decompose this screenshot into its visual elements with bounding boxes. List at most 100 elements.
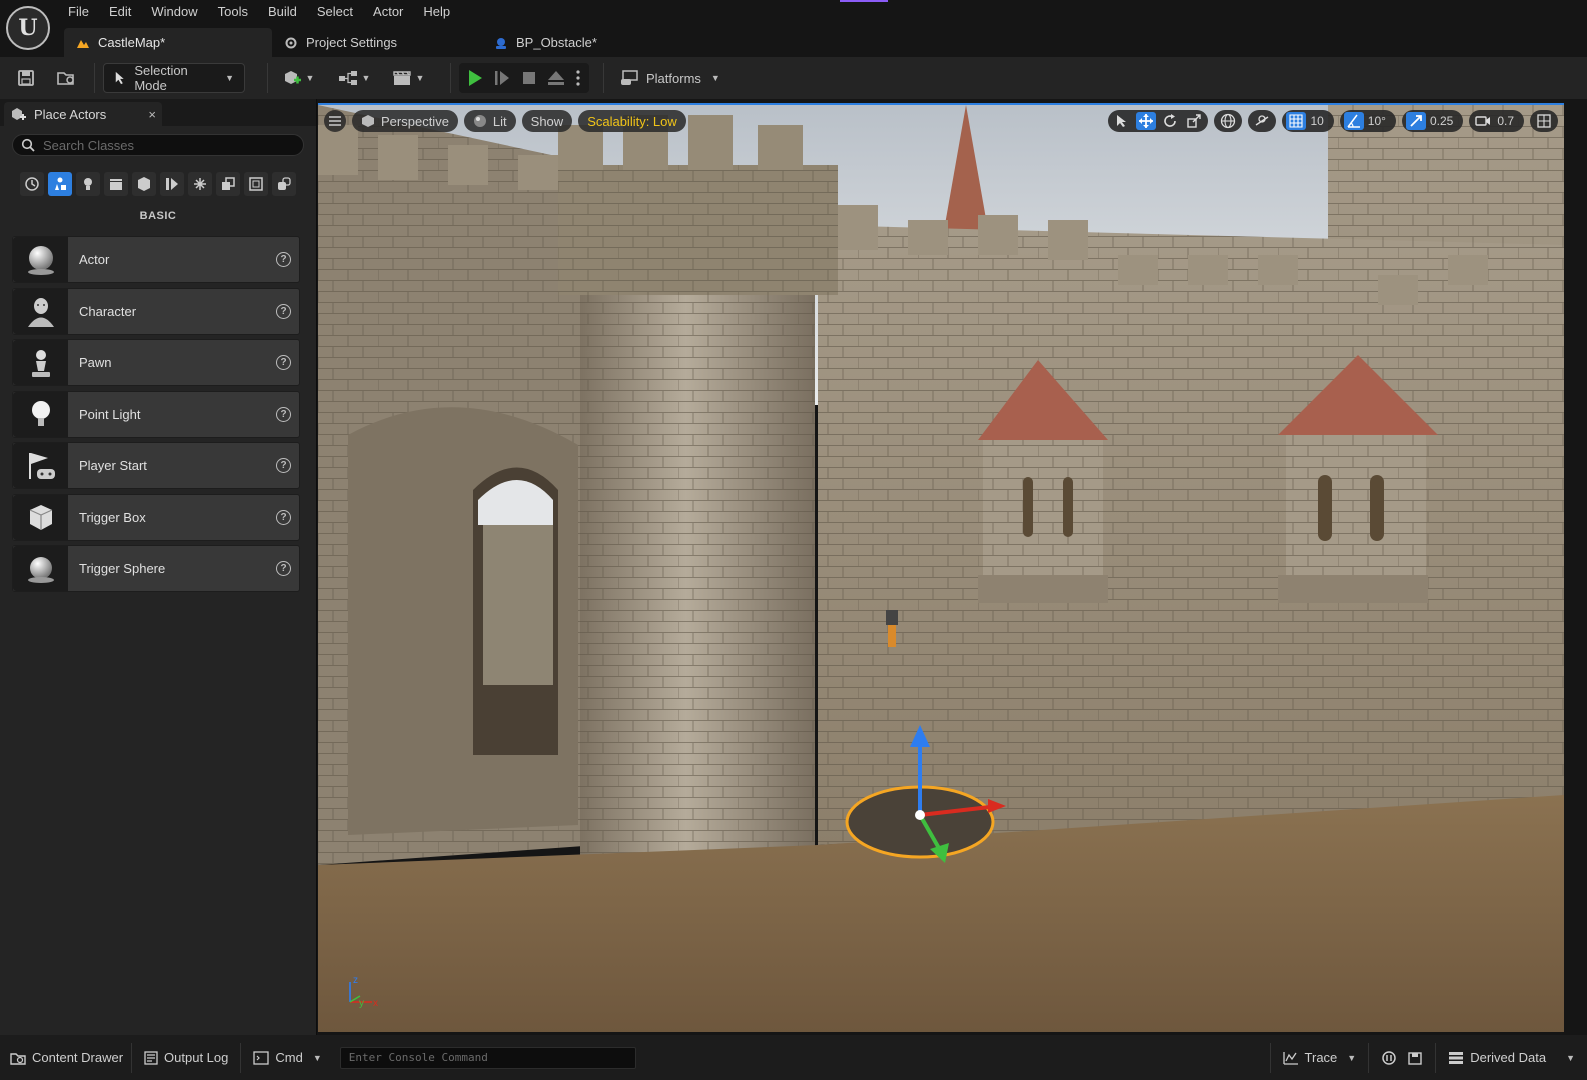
console-command-input[interactable] (339, 1046, 636, 1069)
actor-list: Actor ? Character ? Pawn ? Point Light ?… (12, 236, 300, 597)
menu-tools[interactable]: Tools (208, 0, 258, 24)
search-classes-input[interactable] (43, 137, 293, 153)
actor-thumbnail (13, 237, 68, 282)
camera-speed-value[interactable]: 0.7 (1497, 114, 1520, 128)
tab-label: CastleMap* (98, 35, 166, 50)
browse-button[interactable] (46, 63, 86, 93)
volumes-category-button[interactable] (188, 172, 212, 196)
world-space-icon[interactable] (1218, 112, 1238, 130)
tab-bp-obstacle[interactable]: BP_Obstacle* (482, 28, 609, 57)
perspective-button[interactable]: Perspective (352, 110, 458, 132)
layout-group (1530, 110, 1558, 132)
output-log-button[interactable]: Output Log (132, 1042, 242, 1073)
viewport-layout-icon[interactable] (1534, 112, 1554, 130)
more-category-button[interactable] (272, 172, 296, 196)
separator (267, 63, 268, 93)
axis-z-label: z (353, 975, 358, 986)
blueprint-menu-button[interactable]: ▼ (330, 63, 378, 93)
accent-line (840, 0, 888, 2)
castle-scene[interactable] (318, 105, 1564, 1032)
select-tool-icon[interactable] (1112, 112, 1132, 130)
close-icon[interactable]: × (148, 107, 156, 122)
menu-build[interactable]: Build (258, 0, 307, 24)
shapes-category-button[interactable] (216, 172, 240, 196)
basic-category-button[interactable] (48, 172, 72, 196)
place-actors-tab[interactable]: Place Actors × (4, 102, 162, 126)
axis-x-label: x (373, 998, 378, 1009)
rotation-snap-value[interactable]: 10° (1368, 114, 1392, 128)
surface-snap-icon[interactable] (1252, 112, 1272, 130)
actor-item-pawn[interactable]: Pawn ? (12, 339, 300, 386)
help-icon[interactable]: ? (276, 561, 291, 576)
viewport-menu-button[interactable] (324, 110, 346, 132)
actor-item-trigger-box[interactable]: Trigger Box ? (12, 493, 300, 541)
source-control-icon[interactable] (1381, 1050, 1397, 1066)
stop-icon[interactable] (521, 70, 537, 86)
scale-tool-icon[interactable] (1184, 112, 1204, 130)
rotation-snap-icon[interactable] (1343, 112, 1364, 130)
scale-snap-icon[interactable] (1405, 112, 1426, 130)
tab-project-settings[interactable]: Project Settings (272, 28, 482, 57)
menu-file[interactable]: File (58, 0, 99, 24)
coordinate-space-group (1214, 110, 1243, 132)
cmd-dropdown[interactable]: Cmd ▼ (241, 1043, 329, 1073)
scale-snap-value[interactable]: 0.25 (1430, 114, 1459, 128)
rotate-tool-icon[interactable] (1160, 112, 1180, 130)
stack-icon (278, 177, 291, 190)
help-icon[interactable]: ? (276, 355, 291, 370)
transform-tools (1108, 110, 1209, 132)
translate-tool-icon[interactable] (1136, 112, 1157, 130)
menu-edit[interactable]: Edit (99, 0, 141, 24)
level-viewport[interactable]: Perspective Lit Show Scalability: Low 10 (318, 103, 1564, 1032)
selection-mode-dropdown[interactable]: Selection Mode ▼ (103, 63, 245, 93)
grid-snap-icon[interactable] (1286, 112, 1307, 130)
help-icon[interactable]: ? (276, 303, 291, 319)
play-icon[interactable] (467, 69, 483, 87)
cinematic-category-button[interactable] (104, 172, 128, 196)
eject-icon[interactable] (547, 70, 565, 86)
menu-window[interactable]: Window (141, 0, 207, 24)
actor-item-trigger-sphere[interactable]: Trigger Sphere ? (12, 545, 300, 592)
actor-item-actor[interactable]: Actor ? (12, 236, 300, 283)
grid-snap-value[interactable]: 10 (1310, 114, 1329, 128)
content-drawer-button[interactable]: Content Drawer (0, 1042, 133, 1073)
actor-item-character[interactable]: Character ? (12, 287, 300, 335)
menu-select[interactable]: Select (307, 0, 363, 24)
chevron-down-icon: ▼ (1566, 1052, 1575, 1063)
actor-item-player-start[interactable]: Player Start ? (12, 442, 300, 489)
trace-icon (1282, 1051, 1298, 1065)
output-log-icon (144, 1050, 158, 1065)
save-status-icon[interactable] (1407, 1050, 1423, 1066)
help-icon[interactable]: ? (276, 252, 291, 267)
scale-snap-group: 0.25 (1401, 110, 1464, 132)
help-icon[interactable]: ? (276, 406, 291, 422)
derived-data-dropdown[interactable]: Derived Data ▼ (1435, 1042, 1587, 1073)
help-icon[interactable]: ? (276, 509, 291, 525)
recent-category-button[interactable] (20, 172, 44, 196)
save-button[interactable] (6, 63, 46, 93)
platforms-dropdown[interactable]: Platforms ▼ (620, 63, 720, 93)
help-icon[interactable]: ? (276, 458, 291, 473)
visual-effects-category-button[interactable] (132, 172, 156, 196)
menu-actor[interactable]: Actor (363, 0, 413, 24)
scalability-button[interactable]: Scalability: Low (578, 110, 686, 132)
add-actor-button[interactable]: ▼ (276, 63, 320, 93)
geometry-category-button[interactable] (160, 172, 184, 196)
show-button[interactable]: Show (521, 110, 573, 132)
all-classes-category-button[interactable] (244, 172, 268, 196)
cinematics-button[interactable]: ▼ (384, 63, 432, 93)
menu-help[interactable]: Help (413, 0, 460, 24)
actor-item-point-light[interactable]: Point Light ? (12, 390, 300, 438)
selection-mode-label: Selection Mode (134, 63, 188, 93)
scalability-label: Scalability: Low (587, 113, 677, 129)
actor-item-label: Player Start (79, 458, 147, 473)
camera-icon[interactable] (1473, 112, 1493, 130)
step-icon[interactable] (493, 69, 511, 87)
trace-dropdown[interactable]: Trace ▼ (1269, 1042, 1369, 1073)
unreal-logo[interactable]: U (6, 6, 50, 50)
more-options-icon[interactable] (575, 69, 581, 87)
terminal-icon (253, 1050, 270, 1065)
lit-button[interactable]: Lit (463, 110, 516, 132)
tab-castlemap[interactable]: CastleMap* (64, 28, 272, 57)
lights-category-button[interactable] (76, 172, 100, 196)
